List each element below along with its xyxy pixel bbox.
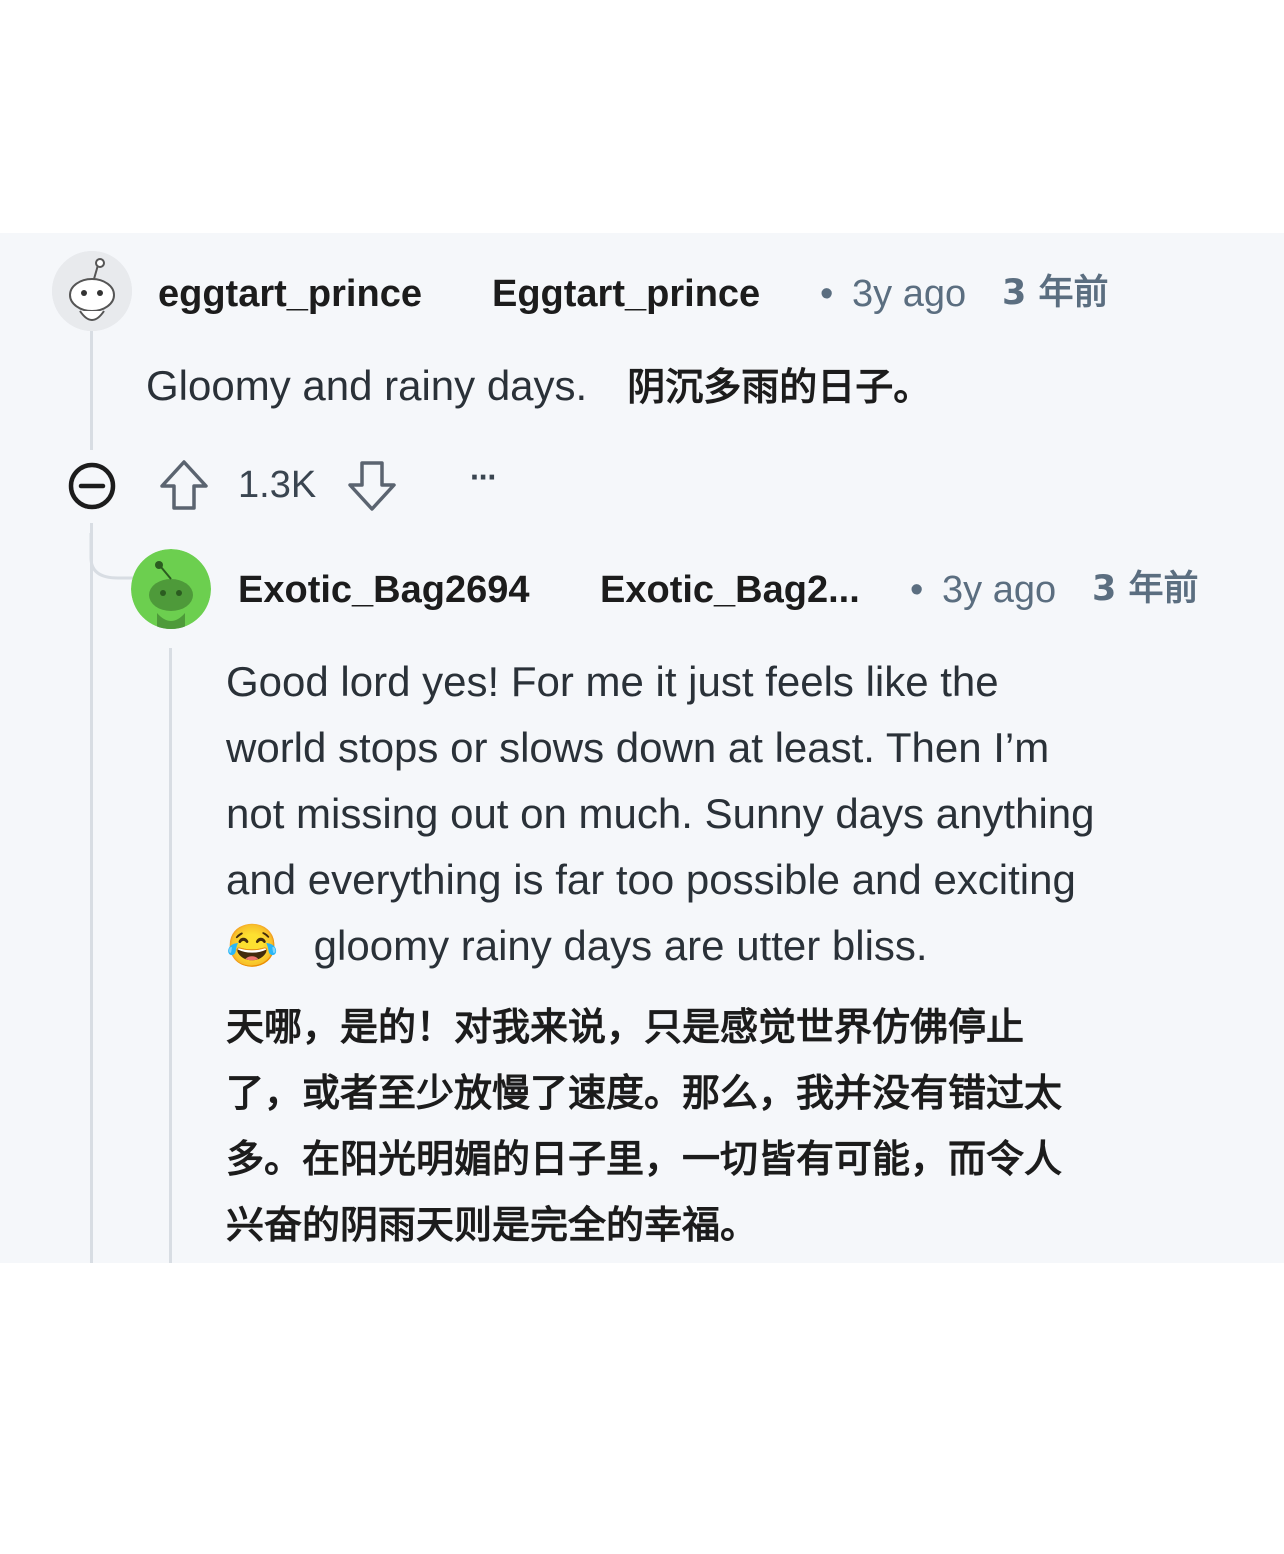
thread-line[interactable] bbox=[90, 523, 93, 1263]
reply-body-cn-line: 多。在阳光明媚的日子里，一切皆有可能，而令人 bbox=[226, 1137, 1063, 1181]
vote-count: 1.3K bbox=[238, 464, 317, 506]
comment-username[interactable]: eggtart_prince bbox=[158, 275, 422, 313]
reply-time-cn: 3 年前 bbox=[1092, 569, 1199, 609]
comment-body-en: Gloomy and rainy days. bbox=[146, 362, 588, 409]
reply-body-cn-line: 天哪，是的！对我来说，只是感觉世界仿佛停止 bbox=[226, 1005, 1025, 1049]
reply-display-name[interactable]: Exotic_Bag2... bbox=[600, 571, 860, 609]
comment-thread: eggtart_prince Eggtart_prince • 3y ago 3… bbox=[0, 233, 1284, 1263]
meta-separator: • bbox=[910, 569, 924, 611]
reply-body-last: gloomy rainy days are utter bliss. bbox=[313, 922, 928, 969]
collapse-minus-icon[interactable] bbox=[66, 460, 118, 512]
reply-body-cn: 天哪，是的！对我来说，只是感觉世界仿佛停止 了，或者至少放慢了速度。那么，我并没… bbox=[226, 994, 1276, 1258]
comment-time: 3y ago bbox=[852, 273, 967, 315]
comment-display-name[interactable]: Eggtart_prince bbox=[492, 275, 760, 313]
reply-body-line: Good lord yes! For me it just feels like… bbox=[226, 658, 999, 705]
reply-body-line: 😂 gloomy rainy days are utter bliss. bbox=[226, 913, 1276, 979]
reply-time: 3y ago bbox=[942, 569, 1057, 611]
snoo-avatar-icon bbox=[52, 251, 132, 331]
reply-body: Good lord yes! For me it just feels like… bbox=[226, 649, 1276, 979]
reply-body-line: and everything is far too possible and e… bbox=[226, 856, 1076, 903]
meta-separator: • bbox=[820, 273, 834, 315]
reply-body-line: not missing out on much. Sunny days anyt… bbox=[226, 790, 1095, 837]
comment-body-cn: 阴沉多雨的日子。 bbox=[627, 365, 932, 409]
snoo-avatar-icon bbox=[131, 549, 211, 629]
thread-line[interactable] bbox=[90, 330, 93, 450]
reply-thread-line[interactable] bbox=[169, 648, 172, 1263]
comment-time-cn: 3 年前 bbox=[1002, 273, 1109, 313]
reply-username[interactable]: Exotic_Bag2694 bbox=[238, 571, 530, 609]
laughing-emoji-icon: 😂 bbox=[226, 922, 279, 969]
comment-body: Gloomy and rainy days. 阴沉多雨的日子。 bbox=[146, 353, 931, 420]
upvote-arrow-icon[interactable] bbox=[158, 458, 210, 512]
reply-body-cn-line: 了，或者至少放慢了速度。那么，我并没有错过太 bbox=[226, 1071, 1063, 1115]
downvote-arrow-icon[interactable] bbox=[346, 459, 398, 513]
reply-body-cn-line: 兴奋的阴雨天则是完全的幸福。 bbox=[226, 1203, 759, 1247]
more-options-button[interactable]: ··· bbox=[470, 461, 498, 493]
reply-avatar[interactable] bbox=[131, 549, 211, 629]
reply-body-line: world stops or slows down at least. Then… bbox=[226, 724, 1050, 771]
avatar[interactable] bbox=[52, 251, 132, 331]
